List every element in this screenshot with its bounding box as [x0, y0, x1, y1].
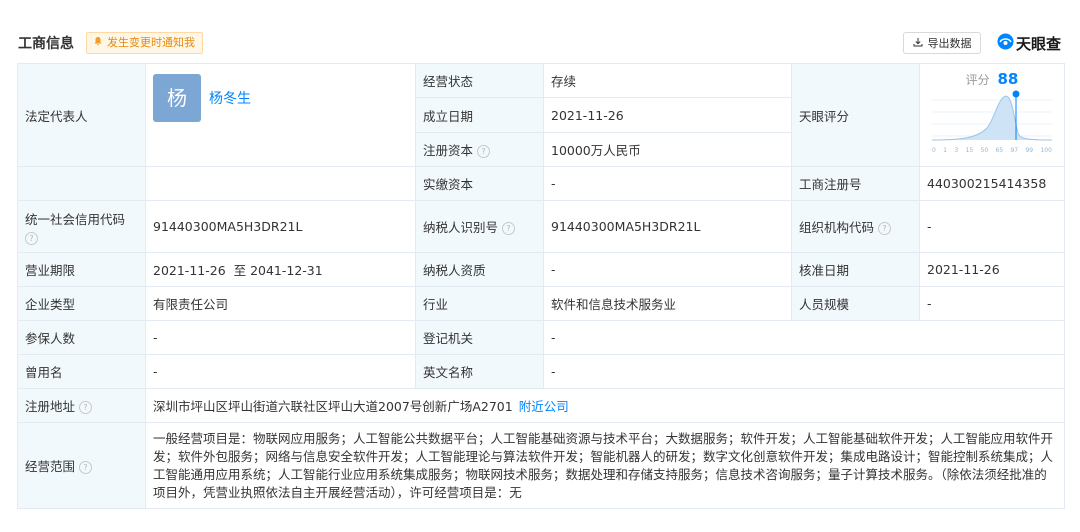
business-info-table: 法定代表人 杨杨冬生 经营状态 存续 天眼评分 评分 88 0 1 3 15 5… [17, 63, 1065, 509]
section-title: 工商信息 [18, 36, 74, 52]
org-code-label: 组织机构代码 [799, 220, 875, 235]
help-icon[interactable]: ? [79, 401, 93, 414]
staff-label: 人员规模 [791, 286, 920, 321]
taxpayer-id-label: 纳税人识别号 [423, 220, 499, 235]
score-tick: 15 [965, 147, 974, 154]
score-tick: 50 [980, 147, 989, 154]
help-icon[interactable]: ? [878, 222, 892, 235]
scope-label: 经营范围 [25, 459, 76, 474]
legal-rep-name-link[interactable]: 杨冬生 [209, 91, 251, 107]
status-value: 存续 [543, 63, 792, 98]
org-code-value: - [919, 200, 1065, 253]
type-value: 有限责任公司 [145, 286, 416, 321]
notify-change-button[interactable]: 发生变更时通知我 [86, 32, 203, 54]
org-code-label-cell: 组织机构代码? [791, 200, 920, 253]
authority-value: - [543, 320, 1065, 355]
credit-code-value: 91440300MA5H3DR21L [145, 200, 416, 253]
help-icon[interactable]: ? [79, 461, 93, 474]
credit-code-label-cell: 统一社会信用代码? [17, 200, 146, 253]
en-name-label: 英文名称 [415, 354, 544, 389]
eye-logo-icon [997, 33, 1014, 54]
score-marker [1012, 90, 1020, 98]
industry-label: 行业 [415, 286, 544, 321]
brand-logo[interactable]: 天眼查 [997, 33, 1061, 54]
score-tick: 100 [1040, 147, 1052, 154]
score-axis: 0 1 3 15 50 65 97 99 100 [932, 147, 1052, 154]
score-tick: 99 [1025, 147, 1034, 154]
industry-value: 软件和信息技术服务业 [543, 286, 792, 321]
legal-rep-cell-continued [145, 166, 416, 201]
reg-capital-label-cell: 注册资本? [415, 132, 544, 167]
score-chart-cell[interactable]: 评分 88 0 1 3 15 50 65 97 99 100 [919, 63, 1065, 167]
score-tick: 0 [932, 147, 936, 154]
paid-capital-value: - [543, 166, 792, 201]
approve-value: 2021-11-26 [919, 252, 1065, 287]
nearby-companies-link[interactable]: 附近公司 [519, 399, 569, 414]
scope-label-cell: 经营范围? [17, 422, 146, 509]
reg-capital-value: 10000万人民币 [543, 132, 792, 167]
notify-label: 发生变更时通知我 [107, 36, 195, 49]
reg-no-label: 工商注册号 [791, 166, 920, 201]
help-icon[interactable]: ? [502, 222, 516, 235]
insured-label: 参保人数 [17, 320, 146, 355]
bell-icon [93, 33, 103, 53]
founded-value: 2021-11-26 [543, 97, 792, 133]
status-label: 经营状态 [415, 63, 544, 98]
legal-rep-cell: 杨杨冬生 [145, 63, 416, 167]
paid-capital-label: 实缴资本 [415, 166, 544, 201]
avatar: 杨 [153, 74, 201, 122]
founded-label: 成立日期 [415, 97, 544, 133]
authority-label: 登记机关 [415, 320, 544, 355]
former-name-value: - [145, 354, 416, 389]
term-label: 营业期限 [17, 252, 146, 287]
reg-capital-label: 注册资本 [423, 143, 474, 158]
address-label-cell: 注册地址? [17, 388, 146, 423]
taxpayer-id-label-cell: 纳税人识别号? [415, 200, 544, 253]
term-value: 2021-11-26 至 2041-12-31 [145, 252, 416, 287]
score-tick: 3 [954, 147, 959, 154]
score-tick: 1 [943, 147, 947, 154]
download-icon [913, 37, 923, 50]
former-name-label: 曾用名 [17, 354, 146, 389]
brand-name: 天眼查 [1016, 35, 1062, 53]
en-name-value: - [543, 354, 1065, 389]
address-value: 深圳市坪山区坪山街道六联社区坪山大道2007号创新广场A2701 [153, 399, 513, 414]
insured-value: - [145, 320, 416, 355]
taxpayer-qual-value: - [543, 252, 792, 287]
address-label: 注册地址 [25, 399, 76, 414]
staff-value: - [919, 286, 1065, 321]
scope-value: 一般经营项目是：物联网应用服务；人工智能公共数据平台；人工智能基础资源与技术平台… [153, 430, 1054, 500]
credit-code-label: 统一社会信用代码 [25, 212, 126, 227]
help-icon[interactable]: ? [477, 145, 491, 158]
type-label: 企业类型 [17, 286, 146, 321]
export-label: 导出数据 [927, 37, 972, 50]
taxpayer-id-value: 91440300MA5H3DR21L [543, 200, 792, 253]
reg-no-value: 440300215414358 [919, 166, 1065, 201]
score-label: 评分 [965, 73, 990, 87]
score-distribution-chart: 0 1 3 15 50 65 97 99 100 [920, 88, 1064, 154]
score-tick: 65 [995, 147, 1004, 154]
approve-label: 核准日期 [791, 252, 920, 287]
address-cell: 深圳市坪山区坪山街道六联社区坪山大道2007号创新广场A2701 附近公司 [145, 388, 1065, 423]
score-curve [932, 96, 1052, 140]
help-icon[interactable]: ? [25, 232, 38, 245]
legal-rep-label: 法定代表人 [17, 63, 146, 167]
tianyan-score-label: 天眼评分 [791, 63, 920, 167]
score-value: 88 [997, 70, 1019, 88]
export-data-button[interactable]: 导出数据 [903, 32, 981, 54]
taxpayer-qual-label: 纳税人资质 [415, 252, 544, 287]
legal-rep-label-continued [17, 166, 146, 201]
score-tick: 97 [1010, 147, 1019, 154]
scope-cell: 一般经营项目是：物联网应用服务；人工智能公共数据平台；人工智能基础资源与技术平台… [145, 422, 1065, 509]
